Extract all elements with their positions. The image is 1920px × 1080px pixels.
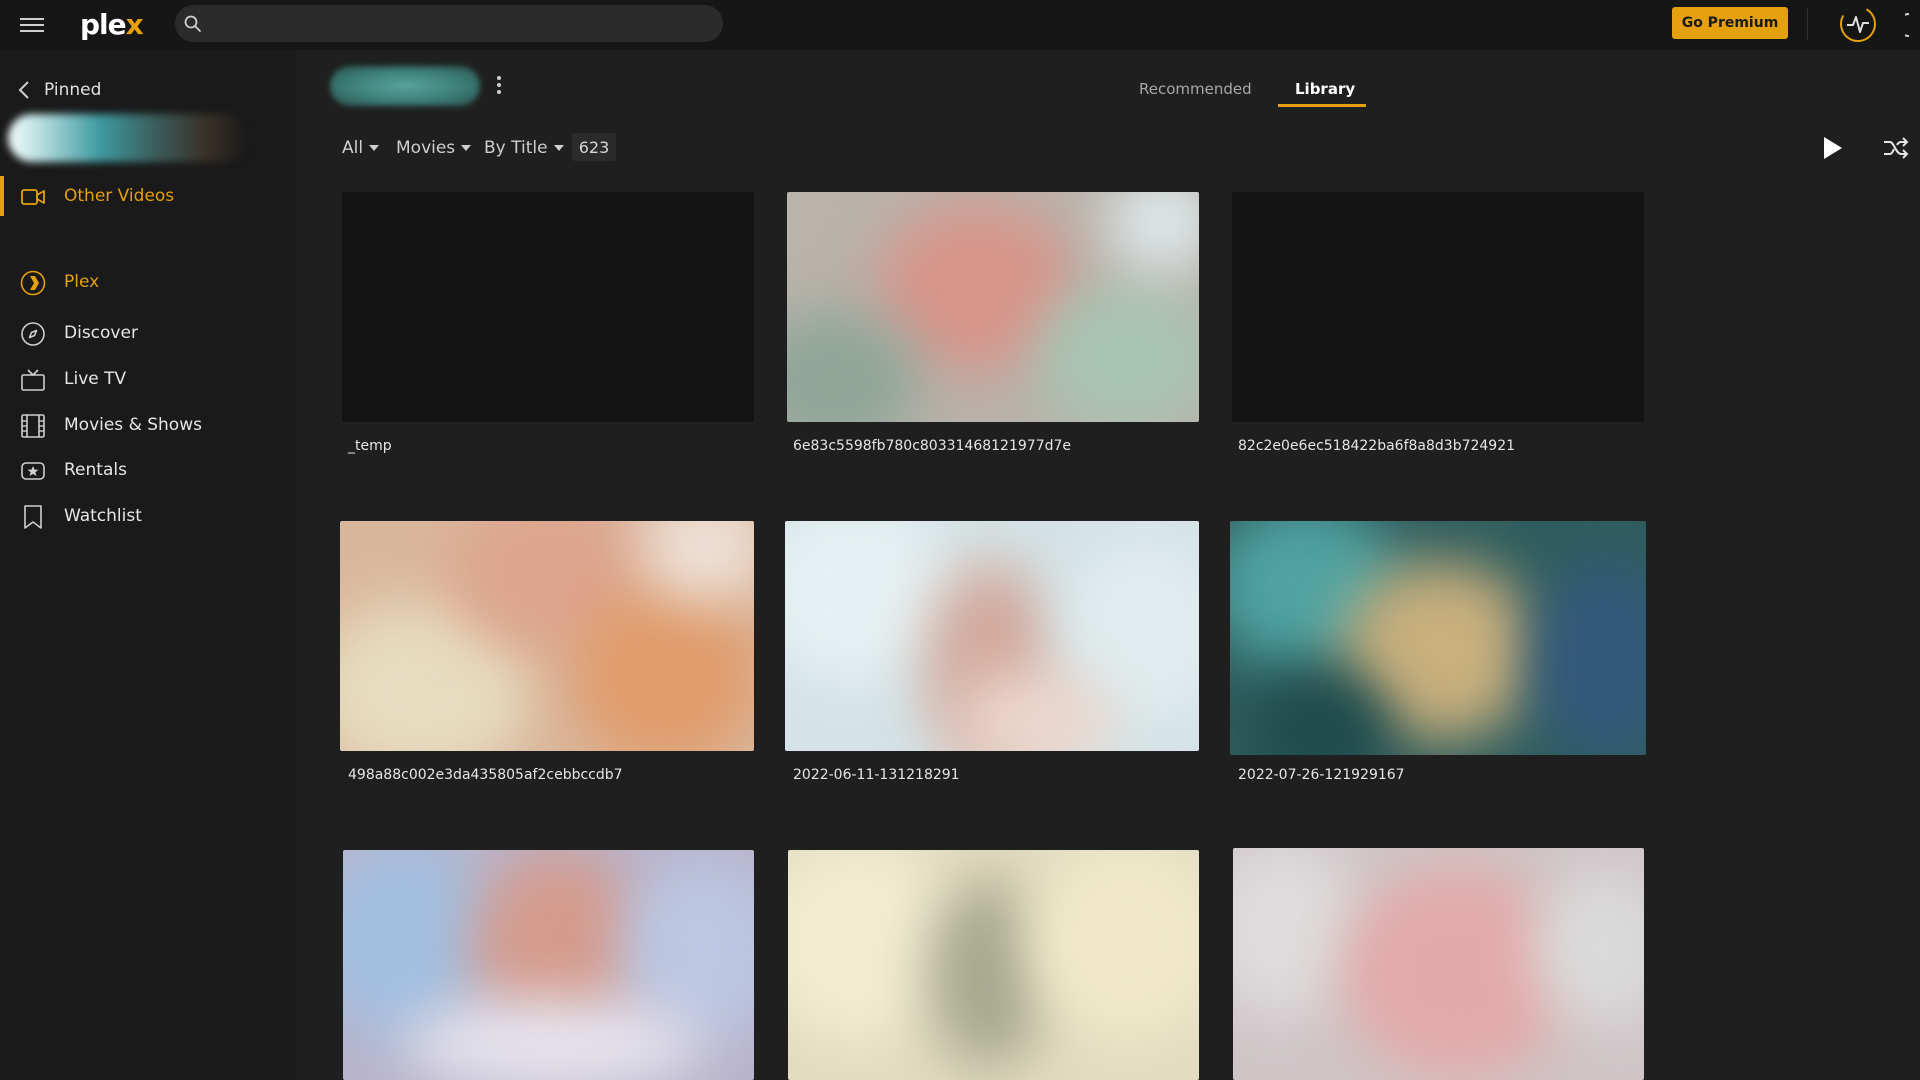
chevron-left-icon	[18, 81, 29, 99]
more-options-icon[interactable]	[494, 76, 504, 100]
active-tab-indicator	[1278, 104, 1366, 107]
plex-chevron-icon	[20, 270, 46, 296]
filter-kind-label: Movies	[396, 138, 456, 158]
filter-type-label: All	[342, 138, 364, 158]
search-bar[interactable]	[175, 5, 723, 42]
video-camera-icon	[21, 189, 45, 205]
thumbnail[interactable]	[342, 192, 754, 422]
bookmark-icon	[24, 505, 42, 529]
thumbnail[interactable]	[788, 850, 1199, 1080]
divider	[1807, 8, 1808, 40]
card-title[interactable]: 2022-06-11-131218291	[793, 767, 960, 783]
sidebar-item-rentals[interactable]: Rentals	[0, 450, 296, 490]
main-content: Recommended Library All Movies By Title …	[296, 50, 1920, 1080]
card-title[interactable]: 82c2e0e6ec518422ba6f8a8d3b724921	[1238, 438, 1515, 454]
caret-down-icon	[369, 145, 380, 151]
top-bar: plex Go Premium	[0, 0, 1920, 50]
card-title[interactable]: _temp	[348, 438, 392, 454]
card-title[interactable]: 2022-07-26-121929167	[1238, 767, 1405, 783]
tv-icon	[21, 369, 45, 391]
sidebar-item-movies-shows[interactable]: Movies & Shows	[0, 405, 296, 445]
thumbnail[interactable]	[787, 192, 1199, 422]
settings-icon[interactable]	[1905, 10, 1920, 40]
thumbnail[interactable]	[785, 521, 1199, 751]
sidebar-item-label: Live TV	[64, 369, 127, 389]
thumbnail[interactable]	[340, 521, 754, 751]
filter-type-dropdown[interactable]: All	[342, 136, 380, 160]
sidebar-item-plex[interactable]: Plex	[0, 262, 296, 302]
tab-recommended[interactable]: Recommended	[1139, 80, 1252, 98]
sidebar-item-label: Discover	[64, 323, 138, 343]
sidebar-item-discover[interactable]: Discover	[0, 313, 296, 353]
sidebar-item-label: Movies & Shows	[64, 415, 202, 435]
thumbnail[interactable]	[343, 850, 754, 1080]
search-icon	[184, 15, 201, 32]
sidebar-item-live-tv[interactable]: Live TV	[0, 359, 296, 399]
shuffle-icon[interactable]	[1882, 134, 1910, 162]
filter-kind-dropdown[interactable]: Movies	[396, 136, 472, 160]
thumbnail[interactable]	[1233, 848, 1644, 1080]
pinned-back-button[interactable]: Pinned	[18, 78, 101, 102]
compass-icon	[21, 322, 45, 346]
sidebar-item-label: Plex	[64, 272, 100, 292]
sidebar-item-label: Rentals	[64, 460, 127, 480]
sidebar-item-label: Other Videos	[64, 186, 175, 206]
thumbnail[interactable]	[1230, 521, 1646, 755]
pinned-label: Pinned	[44, 80, 102, 100]
sidebar: Pinned Other Videos Plex Discover Live T…	[0, 50, 296, 1080]
menu-icon[interactable]	[20, 14, 44, 34]
activity-icon[interactable]	[1838, 4, 1878, 44]
go-premium-button[interactable]: Go Premium	[1672, 7, 1788, 39]
film-icon	[21, 414, 45, 438]
rentals-star-icon	[21, 462, 45, 480]
sort-dropdown[interactable]: By Title	[484, 136, 564, 160]
library-name-pill[interactable]	[330, 66, 480, 106]
card-title[interactable]: 498a88c002e3da435805af2cebbccdb7	[348, 767, 623, 783]
sidebar-item-other-videos[interactable]: Other Videos	[0, 176, 296, 216]
tab-library[interactable]: Library	[1295, 80, 1355, 98]
card-title[interactable]: 6e83c5598fb780c80331468121977d7e	[793, 438, 1071, 454]
sort-label: By Title	[484, 138, 548, 158]
play-icon[interactable]	[1818, 134, 1846, 162]
caret-down-icon	[553, 145, 564, 151]
caret-down-icon	[461, 145, 472, 151]
server-avatar[interactable]	[8, 114, 248, 162]
plex-logo[interactable]: plex	[80, 8, 144, 41]
search-input[interactable]	[215, 5, 715, 42]
item-count-badge: 623	[572, 133, 616, 161]
sidebar-item-label: Watchlist	[64, 506, 142, 526]
thumbnail[interactable]	[1232, 192, 1644, 422]
sidebar-item-watchlist[interactable]: Watchlist	[0, 496, 296, 536]
